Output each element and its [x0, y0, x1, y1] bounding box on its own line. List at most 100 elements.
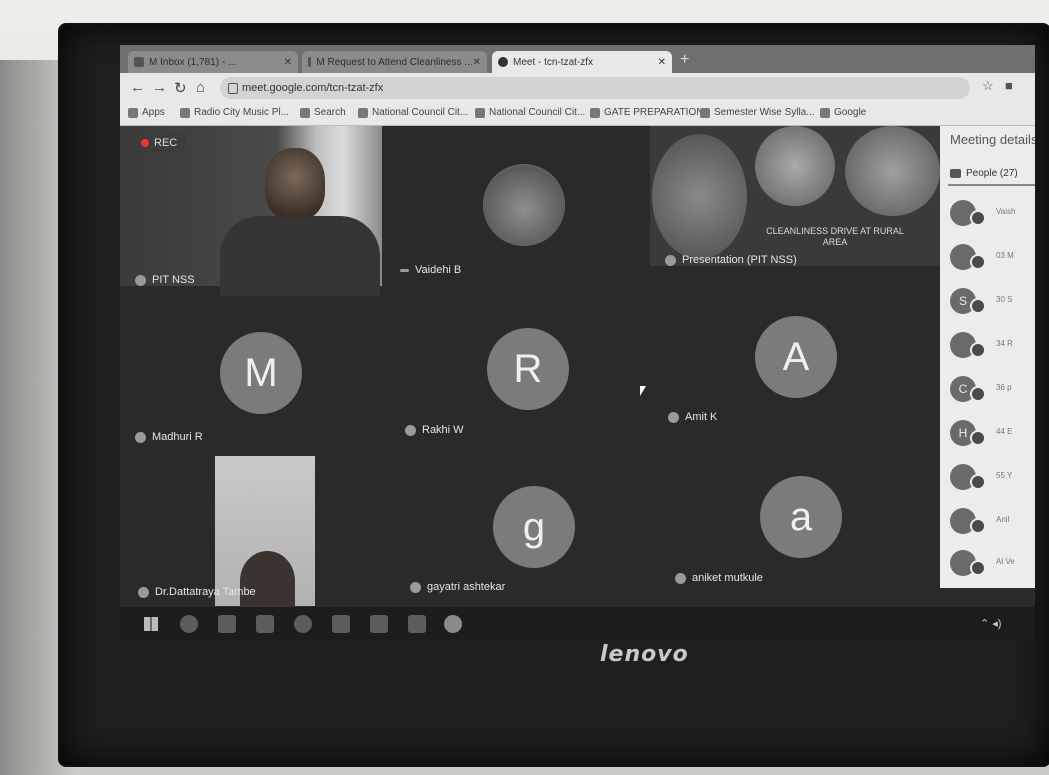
- bookmark-ncc1[interactable]: National Council Cit...: [358, 107, 468, 118]
- bookmark-icon: [700, 107, 710, 118]
- bookmark-gate[interactable]: GATE PREPARATION: [590, 107, 703, 118]
- bookmark-google[interactable]: Google: [820, 107, 866, 118]
- list-item[interactable]: Vaish: [950, 196, 1035, 232]
- mic-icon: [675, 572, 686, 584]
- url-field[interactable]: meet.google.com/tcn-tzat-zfx: [220, 77, 970, 99]
- more-icon: [400, 268, 409, 272]
- system-tray-icon[interactable]: ⌃ ◂): [980, 617, 1001, 630]
- participant-name: Presentation (PIT NSS): [665, 254, 797, 266]
- participant-name: Madhuri R: [135, 431, 203, 443]
- list-item[interactable]: C 36 p: [950, 372, 1035, 408]
- tab-people[interactable]: People (27): [950, 168, 1018, 179]
- meet-grid: REC PIT NSS Vaidehi B CLEANLINESS DRIVE …: [120, 126, 940, 628]
- mail-icon[interactable]: [332, 615, 350, 633]
- new-tab-icon[interactable]: +: [680, 51, 689, 69]
- mic-icon: [138, 586, 149, 598]
- participant-name: Rakhi W: [405, 424, 464, 436]
- mic-icon: [135, 274, 146, 286]
- list-item[interactable]: Anil: [950, 504, 1035, 540]
- list-item[interactable]: 34 R: [950, 328, 1035, 364]
- bookmark-label: National Council Cit...: [489, 107, 586, 118]
- record-dot-icon: [141, 139, 149, 147]
- avatar: M: [220, 332, 302, 414]
- list-item[interactable]: 55 Y: [950, 460, 1035, 496]
- close-icon[interactable]: ✕: [473, 57, 481, 68]
- participant-head: [240, 551, 295, 611]
- tab-strip: M Inbox (1,781) - ... ✕ M Request to Att…: [120, 45, 1035, 73]
- bookmark-label: Google: [834, 107, 867, 118]
- avatar: [483, 164, 565, 246]
- explorer-icon[interactable]: [218, 615, 236, 633]
- bookmark-label: National Council Cit...: [372, 107, 469, 118]
- firefox-icon[interactable]: [294, 615, 312, 633]
- mic-badge-icon: [970, 518, 986, 534]
- bookmark-icon: [300, 107, 310, 118]
- presentation-tile[interactable]: CLEANLINESS DRIVE AT RURAL AREA: [650, 126, 940, 266]
- bookmarks-bar: Apps Radio City Music Pl... Search Natio…: [120, 103, 1035, 126]
- chrome-icon[interactable]: [444, 615, 462, 633]
- tab-label: M Request to Attend Cleanliness ...: [316, 56, 473, 68]
- meet-icon: [498, 57, 508, 67]
- mic-icon: [410, 581, 421, 593]
- avatar: g: [493, 486, 575, 568]
- bookmark-radio[interactable]: Radio City Music Pl...: [180, 107, 289, 118]
- list-item[interactable]: Al Ve: [950, 546, 1035, 582]
- lock-icon: [228, 83, 238, 94]
- tab-underline: [948, 184, 1035, 186]
- mic-icon: [405, 424, 416, 436]
- list-item[interactable]: S 30 S: [950, 284, 1035, 320]
- video-tile-dattatraya[interactable]: [215, 456, 315, 611]
- bookmark-ncc2[interactable]: National Council Cit...: [475, 107, 585, 118]
- reload-icon[interactable]: ↻: [174, 79, 187, 97]
- address-bar-row: ← → ↻ ⌂ meet.google.com/tcn-tzat-zfx ☆ ■: [120, 73, 1035, 103]
- presentation-caption: CLEANLINESS DRIVE AT RURAL AREA: [766, 226, 904, 247]
- avatar: a: [760, 476, 842, 558]
- mic-badge-icon: [970, 298, 986, 314]
- mic-badge-icon: [970, 386, 986, 402]
- apps-icon: [128, 107, 138, 118]
- store-icon[interactable]: [256, 615, 274, 633]
- screen: M Inbox (1,781) - ... ✕ M Request to Att…: [120, 45, 1035, 640]
- avatar: R: [487, 328, 569, 410]
- people-icon: [950, 169, 961, 178]
- bookmark-syllabus[interactable]: Semester Wise Sylla...: [700, 107, 815, 118]
- app-icon[interactable]: [408, 615, 426, 633]
- list-item[interactable]: 03 M: [950, 240, 1035, 276]
- tab-request[interactable]: M Request to Attend Cleanliness ... ✕: [302, 51, 487, 73]
- windows-start-icon[interactable]: [142, 615, 160, 633]
- bookmark-icon: [358, 107, 368, 118]
- home-icon[interactable]: ⌂: [196, 79, 205, 96]
- close-icon[interactable]: ✕: [658, 57, 666, 68]
- close-icon[interactable]: ✕: [284, 57, 292, 68]
- presentation-photo: [755, 126, 835, 206]
- bookmark-search[interactable]: Search: [300, 107, 346, 118]
- participant-name: aniket mutkule: [675, 572, 763, 584]
- lenovo-logo: lenovo: [600, 642, 689, 667]
- extension-icon[interactable]: ■: [1005, 78, 1013, 93]
- bookmark-label: GATE PREPARATION: [604, 107, 704, 118]
- list-item[interactable]: H 44 E: [950, 416, 1035, 452]
- speaker-body: [220, 216, 380, 296]
- rec-label: REC: [154, 137, 178, 149]
- taskbar: ⌃ ◂): [120, 607, 1035, 640]
- tab-label: Meet - tcn-tzat-zfx: [513, 56, 594, 68]
- tab-inbox[interactable]: M Inbox (1,781) - ... ✕: [128, 51, 298, 73]
- bookmark-label: Radio City Music Pl...: [194, 107, 290, 118]
- mouse-pointer-icon: [640, 386, 646, 396]
- edge-icon[interactable]: [180, 615, 198, 633]
- mic-badge-icon: [970, 430, 986, 446]
- meeting-details-panel: Meeting details People (27) Vaish 03 M S…: [940, 126, 1035, 588]
- bookmark-star-icon[interactable]: ☆: [982, 78, 994, 94]
- panel-title: Meeting details: [950, 132, 1035, 147]
- gmail-icon: [134, 57, 144, 67]
- office-icon[interactable]: [370, 615, 388, 633]
- bookmark-label: Semester Wise Sylla...: [714, 107, 815, 118]
- back-icon[interactable]: ←: [130, 79, 145, 96]
- bookmark-icon: [475, 107, 485, 118]
- bookmark-label: Search: [314, 107, 346, 118]
- tab-meet[interactable]: Meet - tcn-tzat-zfx ✕: [492, 51, 672, 73]
- bookmark-apps[interactable]: Apps: [128, 107, 165, 118]
- forward-icon[interactable]: →: [152, 79, 167, 96]
- mic-icon: [665, 254, 676, 266]
- recording-badge: REC: [135, 134, 186, 152]
